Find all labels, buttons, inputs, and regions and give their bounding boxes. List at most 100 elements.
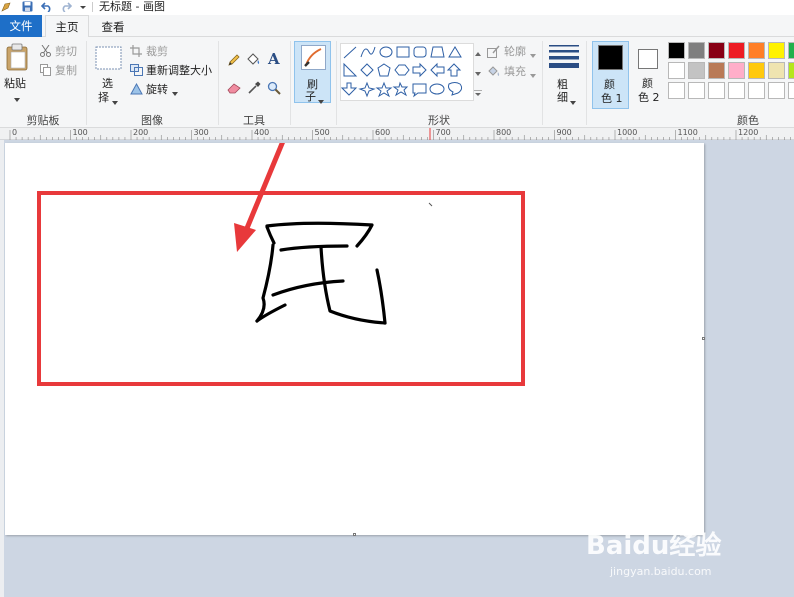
palette-swatch[interactable]	[748, 82, 765, 99]
image-group-label: 图像	[141, 114, 163, 127]
palette-swatch[interactable]	[668, 42, 685, 59]
group-divider	[586, 41, 587, 125]
cut-label[interactable]: 剪切	[55, 45, 77, 58]
rotate-dropdown-icon[interactable]	[172, 87, 178, 100]
palette-swatch[interactable]	[748, 62, 765, 79]
rotate-label[interactable]: 旋转	[146, 83, 168, 96]
watermark-url: jingyan.baidu.com	[610, 565, 712, 578]
palette-swatch[interactable]	[688, 82, 705, 99]
ruler-label: 800	[496, 128, 512, 137]
palette-swatch[interactable]	[728, 42, 745, 59]
size-label-1: 粗	[557, 78, 568, 91]
cut-icon[interactable]	[40, 44, 51, 60]
color2-button[interactable]: 颜 色 2	[632, 41, 669, 109]
select-label-2: 择	[98, 91, 109, 104]
tab-file[interactable]: 文件	[0, 15, 42, 37]
size-label-2: 细	[557, 91, 568, 104]
pencil-icon[interactable]	[227, 53, 241, 70]
ruler-label: 1100	[677, 128, 698, 137]
ruler-label: 700	[435, 128, 451, 137]
size-dropdown-icon[interactable]	[570, 96, 576, 109]
shapes-scroll-up-icon[interactable]	[475, 47, 481, 60]
tools-group-label: 工具	[243, 114, 265, 127]
shapes-group-label: 形状	[428, 114, 450, 127]
outline-dropdown-icon[interactable]	[530, 49, 536, 62]
resize-label[interactable]: 重新调整大小	[146, 64, 212, 77]
redo-icon[interactable]	[59, 0, 73, 13]
palette-swatch[interactable]	[728, 82, 745, 99]
paste-button[interactable]	[4, 43, 30, 74]
palette-swatch[interactable]	[688, 62, 705, 79]
outline-label[interactable]: 轮廓	[504, 45, 526, 58]
outline-icon[interactable]	[487, 45, 501, 61]
palette-swatch[interactable]	[708, 62, 725, 79]
palette-swatch[interactable]	[708, 82, 725, 99]
ruler-ticks	[9, 128, 791, 140]
shapes-expand-icon[interactable]	[474, 87, 482, 100]
brushes-dropdown-icon[interactable]	[318, 95, 324, 108]
customize-toolbar-icon[interactable]	[78, 0, 88, 13]
copy-icon[interactable]	[40, 64, 51, 79]
ruler-label: 1200	[738, 128, 759, 137]
paste-dropdown-icon[interactable]	[14, 93, 20, 106]
color-picker-icon[interactable]	[247, 81, 261, 98]
size-icon[interactable]	[548, 44, 580, 73]
tab-view[interactable]: 查看	[91, 15, 135, 38]
magnifier-icon[interactable]	[267, 81, 281, 98]
palette-swatch[interactable]	[728, 62, 745, 79]
palette-swatch[interactable]	[768, 42, 785, 59]
select-button[interactable]	[95, 46, 122, 73]
copy-label[interactable]: 复制	[55, 64, 77, 77]
brush-icon	[301, 45, 326, 74]
svg-text:Baidu经验: Baidu经验	[586, 530, 721, 561]
undo-icon[interactable]	[40, 0, 54, 13]
eraser-icon[interactable]	[227, 82, 242, 97]
select-label-1: 选	[102, 77, 113, 90]
svg-text:A: A	[267, 50, 280, 66]
horizontal-ruler: 0 100 200 300 400 500 600 700 800 900 1000 1100 1200	[0, 128, 794, 140]
palette-swatch[interactable]	[768, 62, 785, 79]
fill-label[interactable]: 填充	[504, 65, 526, 78]
ribbon: 粘贴 剪切 复制 剪贴板 选 择 裁剪 重新调整大小 旋转 图像 A 工具 刷 …	[0, 37, 794, 128]
fill-bucket-icon[interactable]	[246, 53, 261, 70]
crop-icon[interactable]	[130, 45, 142, 60]
rotate-icon[interactable]	[130, 82, 143, 98]
palette-swatch[interactable]	[668, 82, 685, 99]
shapes-scroll-down-icon[interactable]	[475, 67, 481, 80]
fill-icon[interactable]	[487, 65, 501, 81]
group-divider	[290, 41, 291, 125]
crop-label[interactable]: 裁剪	[146, 45, 168, 58]
window-title: 无标题 - 画图	[99, 0, 165, 13]
ruler-label: 0	[12, 128, 18, 137]
fill-dropdown-icon[interactable]	[530, 69, 536, 82]
palette-swatch[interactable]	[788, 82, 794, 99]
canvas-resize-handle-bottom[interactable]	[353, 533, 356, 536]
stray-mark	[428, 202, 433, 207]
brushes-label-2: 子	[305, 90, 316, 103]
tab-home[interactable]: 主页	[45, 15, 89, 38]
palette-swatch[interactable]	[748, 42, 765, 59]
shapes-gallery[interactable]	[340, 43, 474, 101]
palette-swatch[interactable]	[768, 82, 785, 99]
canvas-drawing	[37, 143, 525, 386]
palette-swatch[interactable]	[708, 42, 725, 59]
resize-icon[interactable]	[130, 64, 143, 79]
color1-label-2: 色 1	[601, 92, 623, 105]
colors-group-label: 颜色	[737, 114, 759, 127]
paint-app-icon[interactable]	[0, 0, 12, 13]
group-divider	[542, 41, 543, 125]
brushes-button[interactable]: 刷 子	[294, 41, 331, 104]
text-tool-icon[interactable]: A	[267, 50, 283, 69]
palette-swatch[interactable]	[788, 62, 794, 79]
color2-label-2: 色 2	[638, 91, 660, 104]
palette-swatch[interactable]	[688, 42, 705, 59]
canvas-resize-handle-right[interactable]	[702, 337, 705, 340]
ribbon-tabs: 文件 主页 查看	[0, 15, 794, 38]
drawing-canvas[interactable]	[5, 143, 705, 536]
palette-swatch[interactable]	[668, 62, 685, 79]
color1-button[interactable]: 颜 色 1	[592, 41, 629, 109]
color1-label-1: 颜	[604, 78, 615, 91]
select-dropdown-icon[interactable]	[112, 96, 118, 109]
save-icon[interactable]	[20, 0, 34, 13]
palette-swatch[interactable]	[788, 42, 794, 59]
